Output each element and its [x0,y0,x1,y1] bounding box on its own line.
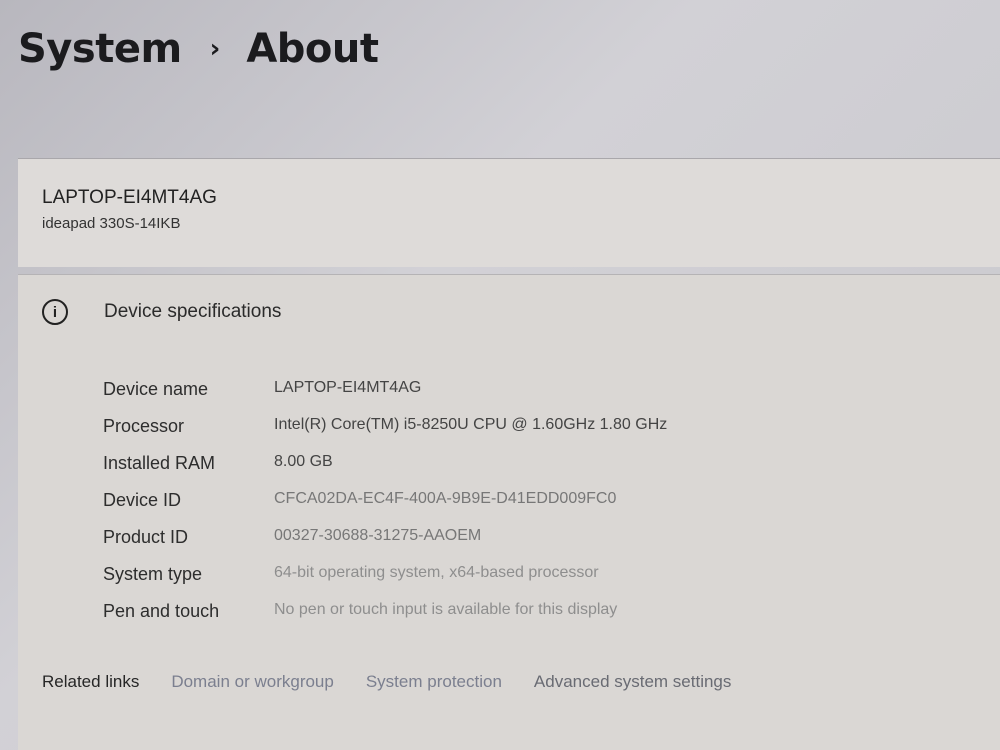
device-card: LAPTOP-EI4MT4AG ideapad 330S-14IKB [18,158,1000,267]
spec-value: CFCA02DA-EC4F-400A-9B9E-D41EDD009FC0 [274,490,617,507]
spec-label: Device ID [103,490,182,510]
spec-row-device-name: Device name LAPTOP-EI4MT4AG [103,379,667,416]
spec-value: 8.00 GB [274,453,333,470]
device-specifications-title: Device specifications [104,301,282,322]
spec-row-device-id: Device ID CFCA02DA-EC4F-400A-9B9E-D41EDD… [103,490,667,527]
device-model: ideapad 330S-14IKB [42,215,181,232]
info-icon: i [42,299,68,325]
spec-value: Intel(R) Core(TM) i5-8250U CPU @ 1.60GHz… [274,416,668,433]
spec-row-product-id: Product ID 00327-30688-31275-AAOEM [103,527,667,564]
device-name-heading: LAPTOP-EI4MT4AG [42,187,217,208]
spec-value: No pen or touch input is available for t… [274,601,618,618]
related-links-label: Related links [42,672,140,691]
breadcrumb: System › About [18,26,379,72]
spec-table: Device name LAPTOP-EI4MT4AG Processor In… [103,379,667,638]
spec-row-processor: Processor Intel(R) Core(TM) i5-8250U CPU… [103,416,667,453]
breadcrumb-system[interactable]: System [18,26,182,72]
spec-value: LAPTOP-EI4MT4AG [274,379,422,396]
device-specifications-header[interactable]: i Device specifications [42,299,281,325]
spec-label: Product ID [103,527,189,547]
spec-row-installed-ram: Installed RAM 8.00 GB [103,453,667,490]
spec-label: Pen and touch [103,601,220,621]
chevron-right-icon: › [209,34,221,64]
system-protection-link[interactable]: System protection [366,672,502,692]
spec-row-pen-and-touch: Pen and touch No pen or touch input is a… [103,601,667,638]
spec-value: 00327-30688-31275-AAOEM [274,527,482,544]
advanced-system-settings-link[interactable]: Advanced system settings [534,672,731,692]
domain-or-workgroup-link[interactable]: Domain or workgroup [171,672,334,692]
spec-label: System type [103,564,203,584]
spec-label: Processor [103,416,185,436]
page-title: About [246,26,379,72]
related-links-bar: Related links Domain or workgroup System… [42,672,763,692]
spec-label: Installed RAM [103,453,216,473]
spec-value: 64-bit operating system, x64-based proce… [274,564,599,581]
spec-row-system-type: System type 64-bit operating system, x64… [103,564,667,601]
settings-window: System › About LAPTOP-EI4MT4AG ideapad 3… [0,0,1000,750]
spec-label: Device name [103,379,209,399]
